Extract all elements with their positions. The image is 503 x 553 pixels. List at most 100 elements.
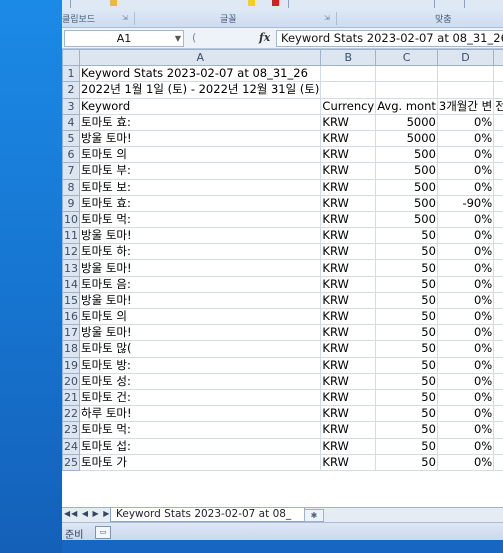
cell-d14[interactable]: 0% <box>436 275 495 293</box>
cell-b13[interactable]: KRW <box>320 259 377 277</box>
cell-c1[interactable] <box>375 65 438 83</box>
cell-b17[interactable]: KRW <box>320 324 377 342</box>
cell-c7[interactable]: 500 <box>375 162 438 180</box>
row-header[interactable]: 17 <box>62 324 80 342</box>
cell-c11[interactable]: 50 <box>375 227 438 245</box>
cell-e18[interactable]: 0% <box>493 340 503 358</box>
cell-e4[interactable]: 0% <box>493 113 503 131</box>
cell-d21[interactable]: 0% <box>436 388 495 407</box>
cell-e8[interactable]: 0% <box>493 178 503 196</box>
cell-a23[interactable]: 토마토 먹: <box>78 421 322 439</box>
cell-a13[interactable]: 방울 토마! <box>78 259 322 277</box>
cell-b20[interactable]: KRW <box>320 372 377 390</box>
cell-d2[interactable] <box>436 81 495 99</box>
cell-a15[interactable]: 방울 토마! <box>78 291 322 310</box>
cell-a22[interactable]: 하루 토마! <box>78 405 322 423</box>
cell-a1[interactable]: Keyword Stats 2023-02-07 at 08_31_26 <box>78 65 322 83</box>
new-sheet-icon[interactable]: ✱ <box>304 509 324 522</box>
cell-c14[interactable]: 50 <box>375 275 438 293</box>
row-header[interactable]: 13 <box>62 259 80 277</box>
cell-d19[interactable]: 0% <box>436 356 495 374</box>
cell-b12[interactable]: KRW <box>320 243 377 261</box>
cell-c2[interactable] <box>375 81 438 99</box>
cell-e6[interactable]: 0% <box>493 146 503 164</box>
row-header[interactable]: 22 <box>62 405 80 423</box>
cell-a5[interactable]: 방울 토마! <box>78 129 322 148</box>
cell-c18[interactable]: 50 <box>375 340 438 358</box>
cell-c13[interactable]: 50 <box>375 259 438 277</box>
row-header[interactable]: 25 <box>62 453 80 471</box>
cell-a18[interactable]: 토마토 많( <box>78 340 322 358</box>
cell-d10[interactable]: 0% <box>436 210 495 229</box>
cell-e17[interactable]: 0% <box>493 324 503 342</box>
cell-a25[interactable]: 토마토 가 <box>78 453 322 471</box>
cell-b9[interactable]: KRW <box>320 194 377 212</box>
cell-c12[interactable]: 50 <box>375 243 438 261</box>
cell-b24[interactable]: KRW <box>320 437 377 455</box>
cell-b8[interactable]: KRW <box>320 178 377 196</box>
row-header[interactable]: 18 <box>62 340 80 358</box>
column-header[interactable]: E <box>493 49 503 67</box>
cell-e10[interactable]: 0% <box>493 210 503 229</box>
cell-e3[interactable]: 전년 대비 <box>493 97 503 115</box>
highlight-color-icon[interactable] <box>248 0 255 6</box>
cell-c10[interactable]: 500 <box>375 210 438 229</box>
cell-b2[interactable] <box>320 81 377 99</box>
row-header[interactable]: 10 <box>62 210 80 229</box>
cell-a14[interactable]: 토마토 음: <box>78 275 322 293</box>
row-header[interactable]: 9 <box>62 194 80 212</box>
clipboard-launcher-icon[interactable]: ⇲ <box>122 14 128 22</box>
cell-b18[interactable]: KRW <box>320 340 377 358</box>
cell-a9[interactable]: 토마토 효: <box>78 194 322 212</box>
cell-a19[interactable]: 토마토 방: <box>78 356 322 374</box>
cell-d8[interactable]: 0% <box>436 178 495 196</box>
cell-e15[interactable]: 0% <box>493 291 503 310</box>
cell-c3[interactable]: Avg. mont <box>375 97 438 115</box>
cell-d6[interactable]: 0% <box>436 146 495 164</box>
cell-d12[interactable]: 0% <box>436 243 495 261</box>
cell-c20[interactable]: 50 <box>375 372 438 390</box>
cell-d22[interactable]: 0% <box>436 405 495 423</box>
cell-a3[interactable]: Keyword <box>78 97 322 115</box>
row-header[interactable]: 20 <box>62 372 80 390</box>
chevron-down-icon[interactable]: ▼ <box>175 31 181 46</box>
cell-c21[interactable]: 50 <box>375 388 438 407</box>
cell-e12[interactable]: 0% <box>493 243 503 261</box>
row-header[interactable]: 16 <box>62 307 80 326</box>
cell-d16[interactable]: 0% <box>436 307 495 326</box>
cell-e22[interactable]: 0% <box>493 405 503 423</box>
cell-d15[interactable]: 0% <box>436 291 495 310</box>
cell-a24[interactable]: 토마토 섭: <box>78 437 322 455</box>
cell-b3[interactable]: Currency <box>320 97 377 115</box>
cell-a6[interactable]: 토마토 의 <box>78 146 322 164</box>
row-header[interactable]: 2 <box>62 81 80 99</box>
cell-b4[interactable]: KRW <box>320 113 377 131</box>
cell-c4[interactable]: 5000 <box>375 113 438 131</box>
cell-e24[interactable]: 0% <box>493 437 503 455</box>
row-header[interactable]: 19 <box>62 356 80 374</box>
cell-a16[interactable]: 토마토 의 <box>78 307 322 326</box>
cell-e13[interactable]: 0% <box>493 259 503 277</box>
cell-b19[interactable]: KRW <box>320 356 377 374</box>
cell-e9[interactable]: 0% <box>493 194 503 212</box>
sheet-tab[interactable]: Keyword Stats 2023-02-07 at 08_ <box>110 508 305 522</box>
cell-a10[interactable]: 토마토 먹: <box>78 210 322 229</box>
row-header[interactable]: 4 <box>62 113 80 131</box>
row-header[interactable]: 12 <box>62 243 80 261</box>
cell-e14[interactable]: 0% <box>493 275 503 293</box>
cell-a20[interactable]: 토마토 성: <box>78 372 322 390</box>
cell-a8[interactable]: 토마토 보: <box>78 178 322 196</box>
insert-function-icon[interactable]: fx <box>259 31 270 44</box>
cell-c19[interactable]: 50 <box>375 356 438 374</box>
column-header[interactable]: D <box>436 49 495 67</box>
cell-d25[interactable]: 0% <box>436 453 495 471</box>
cell-e7[interactable]: 0% <box>493 162 503 180</box>
cell-b16[interactable]: KRW <box>320 307 377 326</box>
cell-e2[interactable] <box>493 81 503 99</box>
cell-c23[interactable]: 50 <box>375 421 438 439</box>
row-header[interactable]: 5 <box>62 129 80 148</box>
cell-b25[interactable]: KRW <box>320 453 377 471</box>
cell-b11[interactable]: KRW <box>320 227 377 245</box>
row-header[interactable]: 1 <box>62 65 80 83</box>
cell-a4[interactable]: 토마토 효: <box>78 113 322 131</box>
